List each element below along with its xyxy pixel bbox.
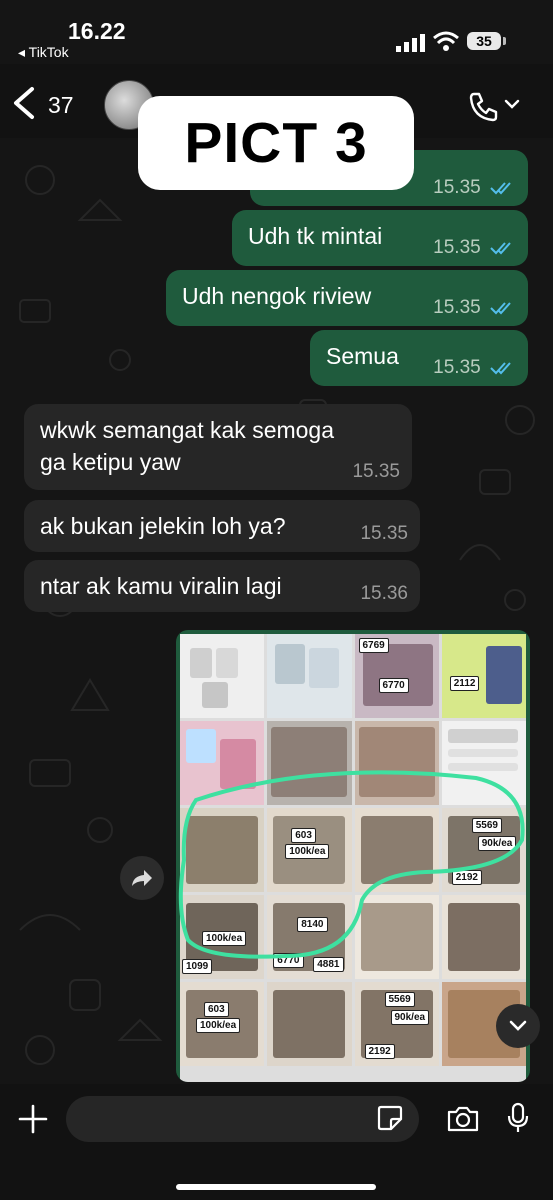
signal-icon: [396, 34, 425, 52]
message-time: 15.35: [352, 461, 400, 482]
home-indicator: [176, 1184, 376, 1190]
chevron-down-icon: [509, 1020, 527, 1031]
status-bar: 16.22 ◂ TikTok 35: [0, 0, 553, 64]
battery-icon: 35: [467, 32, 501, 50]
message-bubble-in[interactable]: wkwk semangat kak semoga ga ketipu yaw 1…: [24, 404, 412, 490]
price-label: 2192: [364, 1044, 395, 1059]
message-meta: 15.35: [433, 298, 516, 318]
message-text: ak bukan jelekin loh ya?: [40, 513, 286, 539]
message-text: Udh tk mintai: [248, 223, 383, 249]
message-text: ntar ak kamu viralin lagi: [40, 573, 282, 599]
photo-tile: 6769 6770: [354, 634, 439, 718]
message-time: 15.35: [433, 357, 481, 378]
status-time: 16.22: [68, 18, 126, 44]
read-ticks-icon: [490, 182, 511, 195]
message-text: Udh nengok riview: [182, 283, 372, 309]
photo-tile: [267, 634, 352, 718]
message-time: 15.35: [433, 297, 481, 318]
scroll-down-button[interactable]: [496, 1004, 540, 1048]
message-bubble-out[interactable]: Semua 15.35: [310, 330, 528, 386]
chevron-down-icon[interactable]: [504, 98, 520, 110]
message-bubble-in[interactable]: ntar ak kamu viralin lagi 15.36: [24, 560, 420, 612]
read-ticks-icon: [490, 302, 511, 315]
price-label: 603: [204, 1002, 229, 1017]
photo-tile: 603 100k/ea: [180, 982, 265, 1066]
unread-count[interactable]: 37: [48, 92, 74, 119]
message-bubble-in[interactable]: ak bukan jelekin loh ya? 15.35: [24, 500, 420, 552]
read-ticks-icon: [490, 242, 511, 255]
price-label: 2112: [449, 676, 480, 691]
microphone-icon[interactable]: [507, 1102, 529, 1134]
message-time: 15.36: [360, 583, 408, 604]
wifi-icon: [433, 31, 459, 51]
phone-call-icon[interactable]: [468, 90, 500, 122]
forward-button[interactable]: [120, 856, 164, 900]
message-bubble-out[interactable]: Udh nengok riview 15.35: [166, 270, 528, 326]
price-label: 6769: [358, 638, 389, 653]
message-meta: 15.35: [433, 238, 516, 258]
back-to-app-link[interactable]: ◂ TikTok: [18, 44, 69, 61]
message-time: 15.35: [433, 237, 481, 258]
price-label: 100k/ea: [196, 1018, 241, 1033]
back-chevron-icon[interactable]: [10, 86, 38, 120]
overlay-caption: PICT 3: [138, 96, 414, 190]
read-ticks-icon: [490, 362, 511, 375]
green-highlight-marker: [178, 770, 525, 959]
camera-icon[interactable]: [446, 1106, 480, 1132]
photo-tile: 2112: [441, 634, 526, 718]
price-label: 6770: [378, 678, 409, 693]
message-meta: 15.35: [433, 178, 516, 198]
message-text: Semua: [326, 343, 399, 369]
photo-tile: [180, 634, 265, 718]
battery-tip: [503, 37, 506, 45]
price-label: 90k/ea: [390, 1010, 430, 1025]
photo-tile: 5569 90k/ea 2192: [354, 982, 439, 1066]
price-label: 5569: [384, 992, 415, 1007]
message-input[interactable]: [66, 1096, 419, 1142]
forward-arrow-icon: [132, 870, 152, 886]
message-bubble-out[interactable]: Udh tk mintai 15.35: [232, 210, 528, 266]
message-composer: [0, 1084, 553, 1200]
sticker-icon[interactable]: [377, 1105, 403, 1131]
photo-tile: [267, 982, 352, 1066]
message-time: 15.35: [433, 177, 481, 198]
message-time: 15.35: [360, 523, 408, 544]
plus-icon[interactable]: [18, 1104, 48, 1134]
message-meta: 15.35: [433, 358, 516, 378]
